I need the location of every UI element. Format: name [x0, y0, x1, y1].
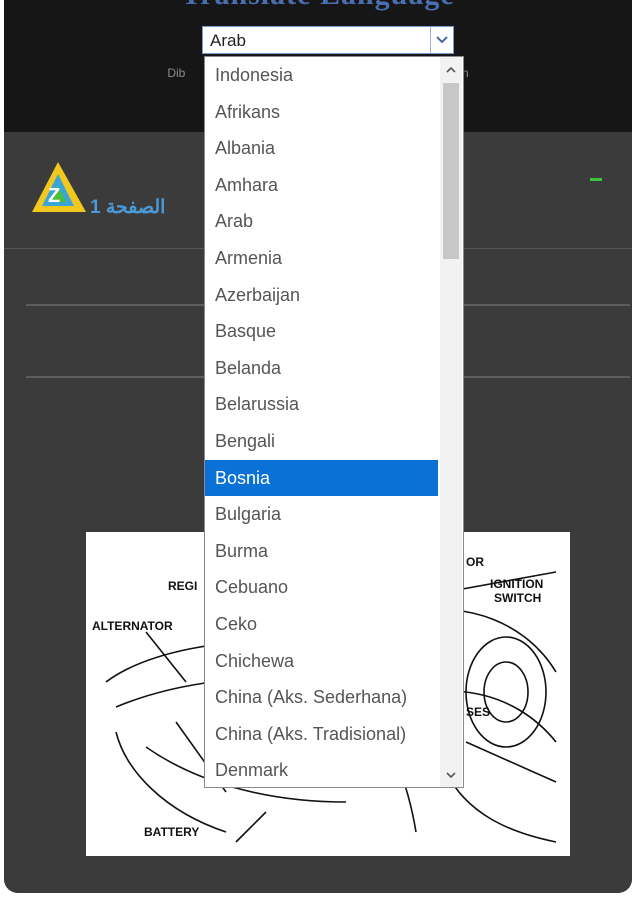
svg-text:Z: Z	[48, 185, 60, 207]
dropdown-option[interactable]: Armenia	[205, 240, 438, 277]
dropdown-option[interactable]: Belanda	[205, 350, 438, 387]
app-frame: Translate Language Diban Arab Z الصفحة 1	[4, 0, 632, 893]
dropdown-option[interactable]: Indonesia	[205, 57, 438, 94]
dropdown-options: Indonesia Afrikans Albania Amhara Arab Armeni…	[205, 57, 438, 789]
dropdown-option[interactable]: Azerbaijan	[205, 277, 438, 314]
diagram-label: SWITCH	[494, 591, 542, 605]
dropdown-option[interactable]: China (Aks. Tradisional)	[205, 716, 438, 753]
diagram-label: OR	[466, 555, 484, 569]
dropdown-option[interactable]: Bosnia	[205, 459, 438, 497]
dropdown-option[interactable]: Amhara	[205, 167, 438, 204]
dropdown-option[interactable]: Burma	[205, 533, 438, 570]
dropdown-option[interactable]: Basque	[205, 313, 438, 350]
diagram-label: IGNITION	[490, 577, 544, 591]
language-select-value: Arab	[210, 31, 246, 50]
dropdown-option[interactable]: Albania	[205, 130, 438, 167]
language-select[interactable]: Arab	[202, 26, 454, 54]
language-dropdown-list[interactable]: Indonesia Afrikans Albania Amhara Arab Armeni…	[204, 56, 464, 788]
dropdown-option[interactable]: Arab	[205, 203, 438, 240]
diagram-label: ALTERNATOR	[92, 619, 173, 633]
dropdown-option[interactable]: Bulgaria	[205, 496, 438, 533]
chevron-up-icon[interactable]	[440, 59, 462, 79]
diagram-label: SES	[466, 705, 491, 719]
zn-logo-icon: Z	[28, 160, 92, 216]
dropdown-option[interactable]: Chichewa	[205, 643, 438, 680]
dropdown-option[interactable]: China (Aks. Sederhana)	[205, 679, 438, 716]
scrollbar-thumb[interactable]	[443, 83, 459, 259]
dropdown-option[interactable]: Ceko	[205, 606, 438, 643]
dropdown-option[interactable]: Cebuano	[205, 569, 438, 606]
dropdown-option[interactable]: Belarussia	[205, 386, 438, 423]
header-title: Translate Language	[4, 0, 632, 12]
page-label: الصفحة 1	[90, 197, 166, 218]
minus-icon[interactable]	[590, 178, 602, 181]
diagram-label: REGI	[168, 579, 198, 593]
dropdown-scrollbar[interactable]	[440, 57, 462, 787]
diagram-label: BATTERY	[144, 825, 200, 839]
chevron-down-icon[interactable]	[430, 27, 453, 53]
dropdown-option[interactable]: Afrikans	[205, 94, 438, 131]
chevron-down-icon[interactable]	[440, 765, 462, 785]
powered-left: Dib	[167, 66, 186, 80]
dropdown-option[interactable]: Denmark	[205, 752, 438, 789]
dropdown-option[interactable]: Bengali	[205, 423, 438, 460]
